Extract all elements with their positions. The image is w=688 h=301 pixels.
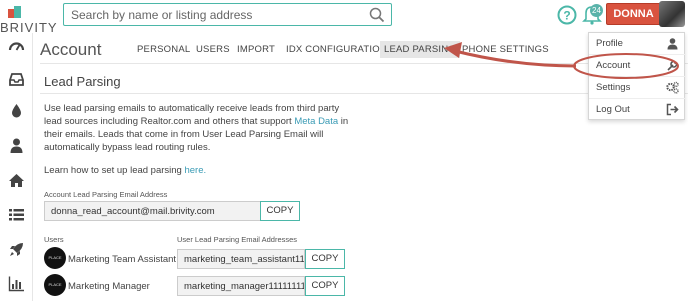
search-placeholder: Search by name or listing address bbox=[71, 8, 253, 22]
dashboard-icon[interactable] bbox=[8, 38, 25, 55]
tab-phone-settings[interactable]: PHONE SETTINGS bbox=[462, 44, 549, 55]
account-email-label: Account Lead Parsing Email Address bbox=[44, 190, 168, 199]
user-email-field-marketing-manager[interactable]: marketing_manager11111111 bbox=[177, 276, 305, 296]
tab-users[interactable]: USERS bbox=[196, 44, 230, 55]
tab-import[interactable]: IMPORT bbox=[237, 44, 275, 55]
user-avatar-marketing-manager: PLACE bbox=[44, 274, 66, 296]
user-menu-button[interactable]: DONNA bbox=[606, 3, 661, 25]
user-email-copy-button-marketing-team-assistant[interactable]: COPY bbox=[305, 249, 345, 269]
page-title: Account bbox=[40, 40, 102, 59]
user-icon bbox=[667, 38, 678, 50]
dropdown-item-logout[interactable]: Log Out bbox=[589, 99, 686, 121]
logout-icon bbox=[666, 103, 679, 116]
brivity-logo[interactable]: BRIVITY bbox=[0, 2, 57, 36]
tab-personal[interactable]: PERSONAL bbox=[137, 44, 190, 55]
rocket-icon[interactable] bbox=[8, 241, 25, 258]
user-email-field-marketing-team-assistant[interactable]: marketing_team_assistant1111 bbox=[177, 249, 305, 269]
top-bar: BRIVITY Search by name or listing addres… bbox=[0, 0, 688, 36]
meta-data-link[interactable]: Meta Data bbox=[294, 116, 338, 127]
account-email-copy-button[interactable]: COPY bbox=[260, 201, 300, 221]
drop-icon[interactable] bbox=[8, 102, 25, 119]
inbox-icon[interactable] bbox=[8, 71, 25, 88]
wrench-icon bbox=[667, 60, 678, 71]
dropdown-label-account: Account bbox=[596, 60, 631, 71]
gears-icon bbox=[666, 81, 679, 94]
dropdown-label-profile: Profile bbox=[596, 38, 623, 49]
user-email-copy-button-marketing-manager[interactable]: COPY bbox=[305, 276, 345, 296]
help-icon[interactable]: ? bbox=[557, 5, 577, 25]
learn-text: Learn how to set up lead parsing bbox=[44, 165, 185, 176]
dropdown-item-settings[interactable]: Settings bbox=[589, 77, 686, 99]
search-icon[interactable] bbox=[369, 7, 385, 23]
learn-here-link[interactable]: here. bbox=[184, 165, 206, 176]
users-label: Users bbox=[44, 235, 64, 244]
user-name-marketing-manager: Marketing Manager bbox=[68, 281, 150, 292]
dropdown-label-logout: Log Out bbox=[596, 104, 630, 115]
tab-lead-parsing[interactable]: LEAD PARSING bbox=[380, 41, 460, 58]
user-name-marketing-team-assistant: Marketing Team Assistant bbox=[68, 254, 177, 265]
user-emails-label: User Lead Parsing Email Addresses bbox=[177, 235, 298, 244]
sidebar bbox=[0, 33, 33, 301]
notification-count-badge: 24 bbox=[590, 4, 603, 17]
list-icon[interactable] bbox=[8, 206, 25, 223]
user-avatar[interactable] bbox=[659, 1, 685, 27]
learn-more-text: Learn how to set up lead parsing here. bbox=[44, 165, 206, 176]
person-icon[interactable] bbox=[8, 137, 25, 154]
home-icon[interactable] bbox=[8, 172, 25, 189]
section-title: Lead Parsing bbox=[44, 74, 121, 89]
dropdown-item-profile[interactable]: Profile bbox=[589, 33, 686, 55]
user-dropdown-menu: Profile Account Settings Log Out bbox=[588, 32, 686, 121]
search-bar[interactable]: Search by name or listing address bbox=[63, 3, 392, 26]
user-avatar-marketing-team-assistant: PLACE bbox=[44, 247, 66, 269]
tab-idx-configuration[interactable]: IDX CONFIGURATION bbox=[286, 44, 387, 55]
lead-parsing-description: Use lead parsing emails to automatically… bbox=[44, 102, 356, 154]
bar-chart-icon[interactable] bbox=[8, 275, 25, 292]
account-email-field[interactable]: donna_read_account@mail.brivity.com bbox=[44, 201, 262, 221]
svg-text:?: ? bbox=[563, 9, 570, 23]
dropdown-item-account[interactable]: Account bbox=[589, 55, 686, 77]
dropdown-label-settings: Settings bbox=[596, 82, 631, 93]
logo-mark-icon bbox=[8, 6, 21, 18]
